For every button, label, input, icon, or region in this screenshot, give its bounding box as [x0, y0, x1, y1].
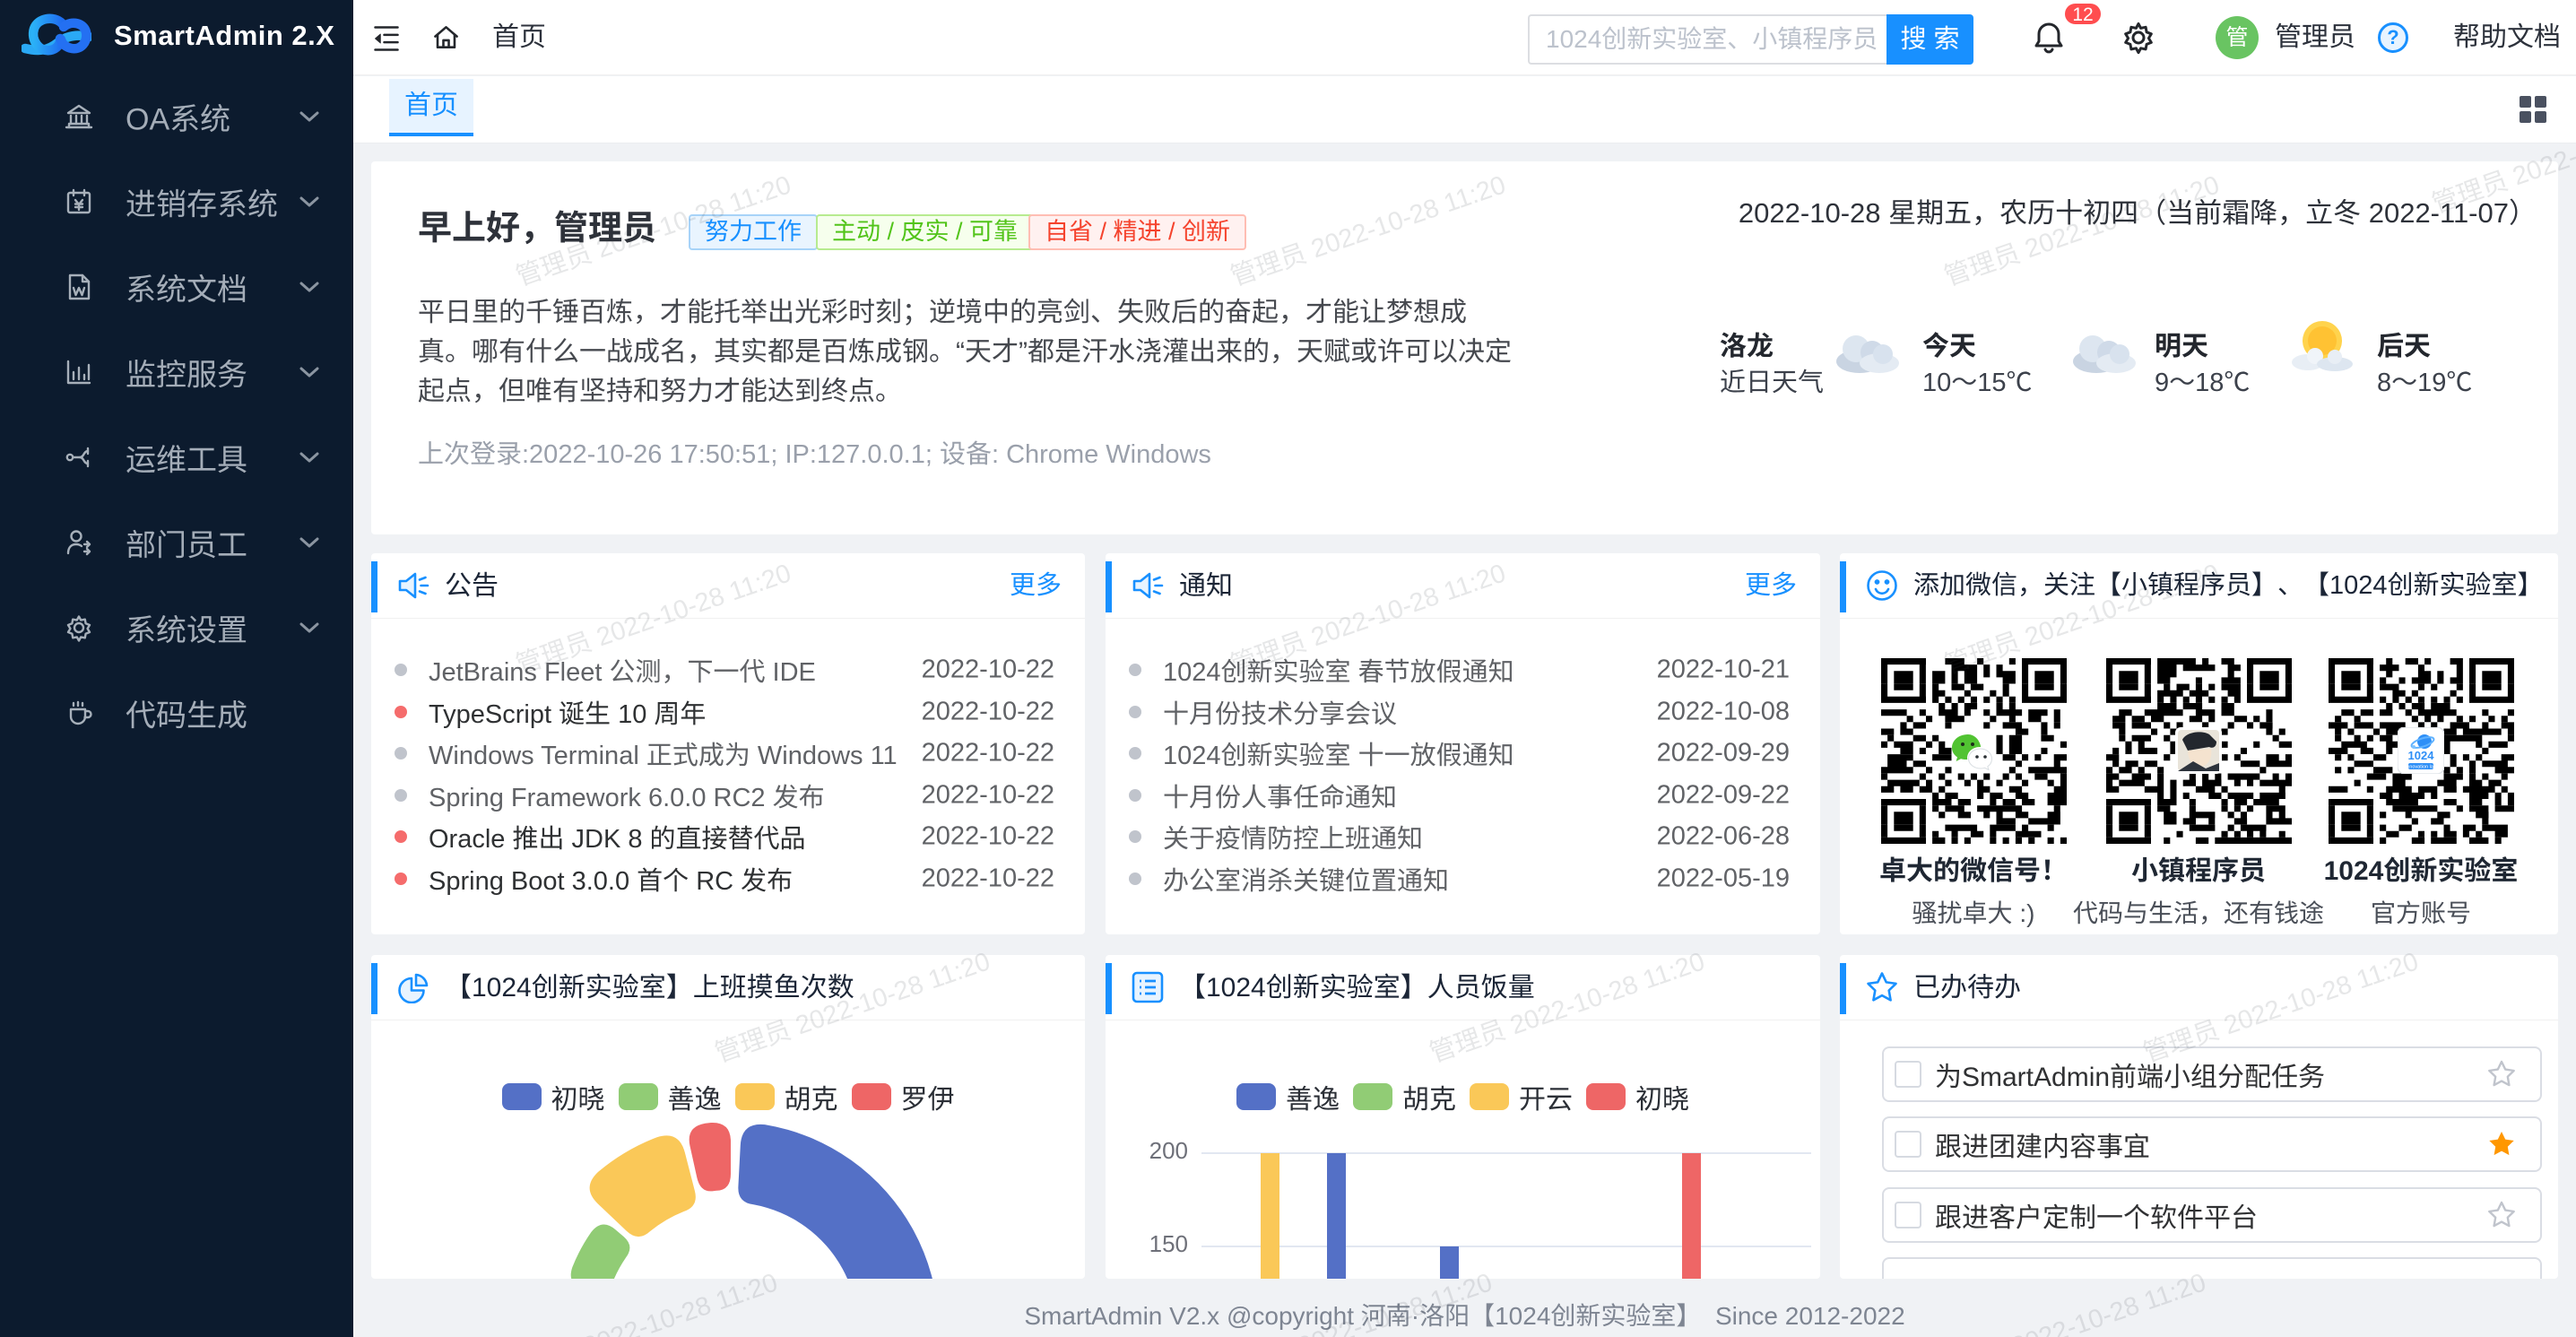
svg-text:1024: 1024 — [2408, 749, 2435, 762]
svg-text:innovation lab: innovation lab — [2406, 765, 2436, 770]
svg-text:?: ? — [2387, 26, 2398, 48]
